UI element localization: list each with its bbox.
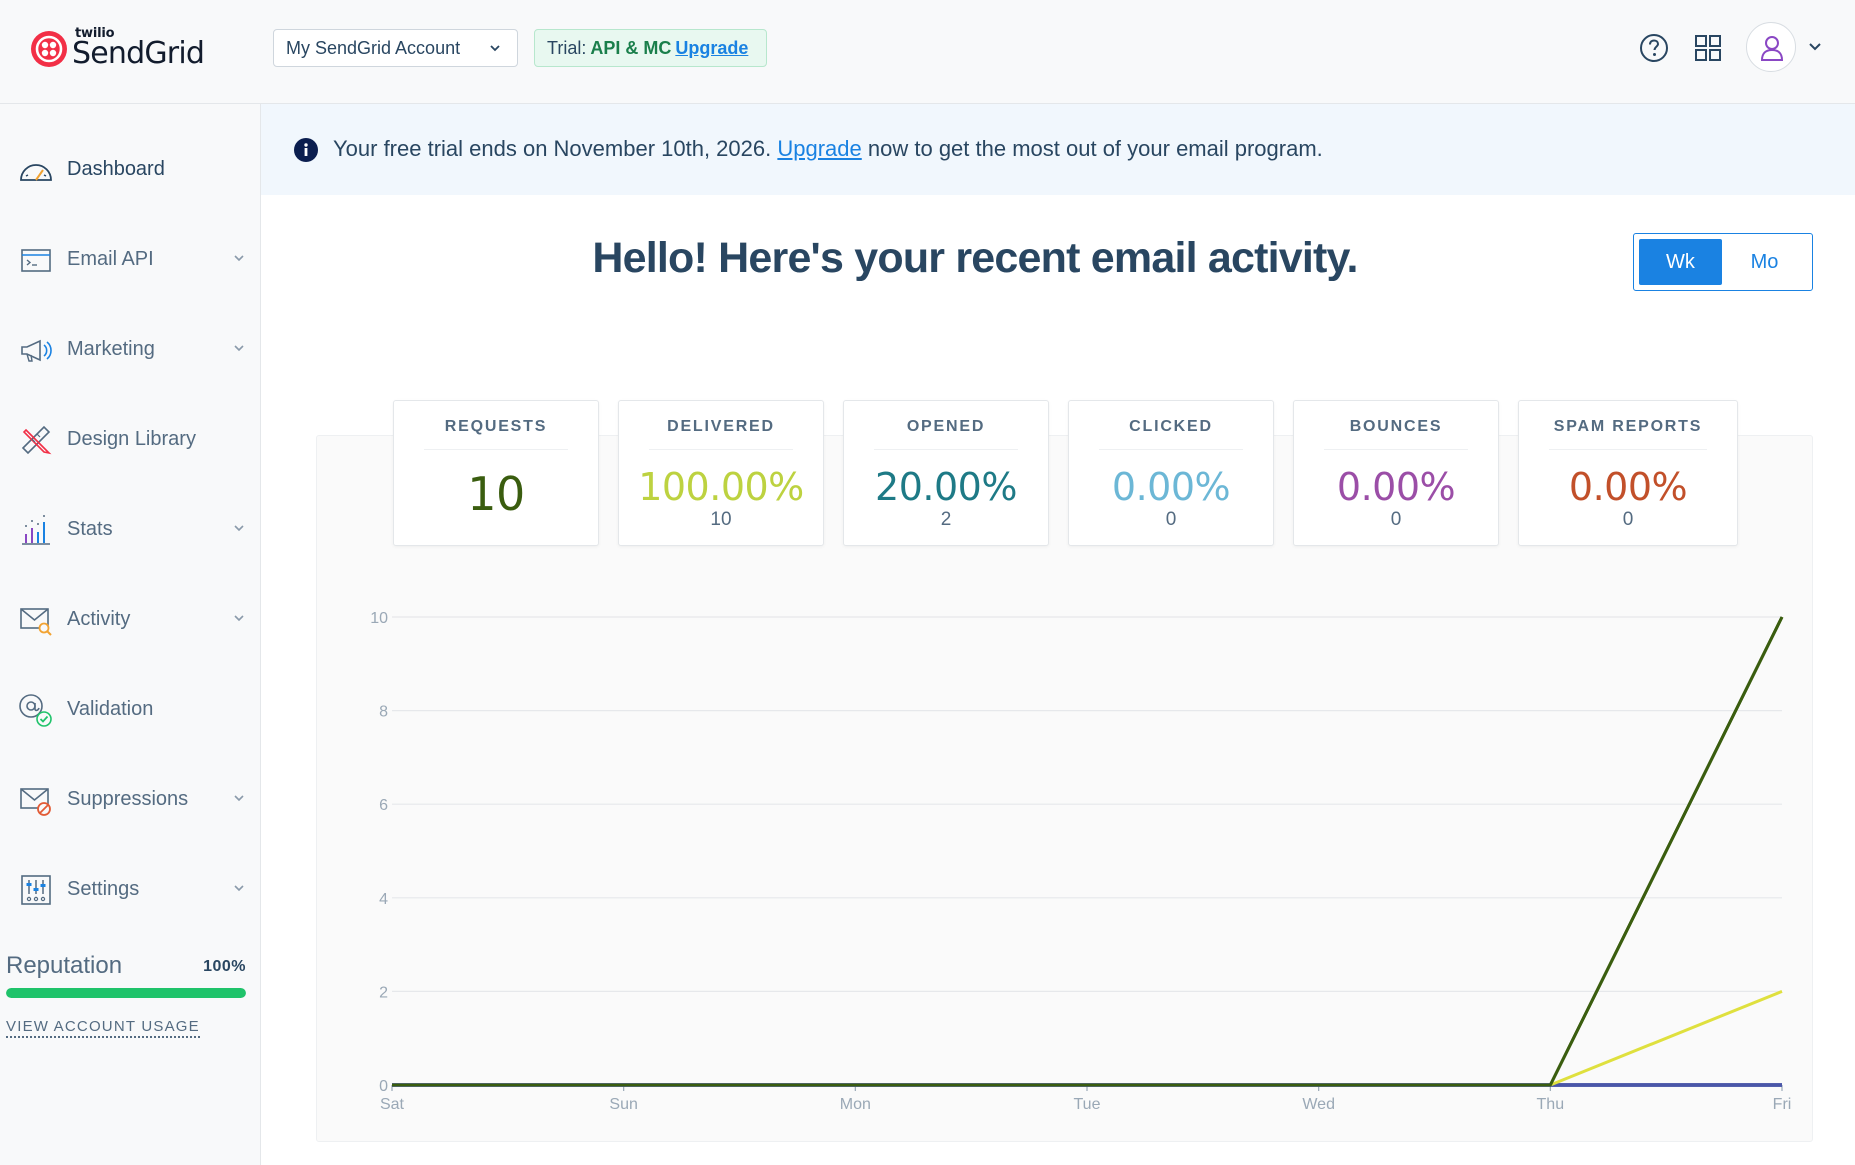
y-tick-label: 0 — [379, 1078, 388, 1095]
email-activity-chart: 0 2 4 6 8 10 Sat Sun Mon Tue Wed Thu Fri — [370, 610, 1792, 1113]
x-tick-label: Tue — [1074, 1096, 1101, 1113]
x-tick-label: Mon — [840, 1096, 871, 1113]
x-tick-label: Sun — [609, 1096, 637, 1113]
y-tick-label: 4 — [379, 891, 388, 908]
y-tick-label: 2 — [379, 984, 388, 1001]
x-tick-label: Fri — [1773, 1096, 1792, 1113]
y-tick-label: 10 — [370, 610, 388, 627]
x-tick-label: Sat — [380, 1096, 405, 1113]
series-line-0 — [392, 616, 1784, 1087]
series-line-1 — [392, 616, 1784, 1087]
y-tick-label: 6 — [379, 797, 388, 814]
x-tick-label: Wed — [1302, 1096, 1335, 1113]
y-tick-label: 8 — [379, 704, 388, 721]
x-tick-label: Thu — [1537, 1096, 1565, 1113]
